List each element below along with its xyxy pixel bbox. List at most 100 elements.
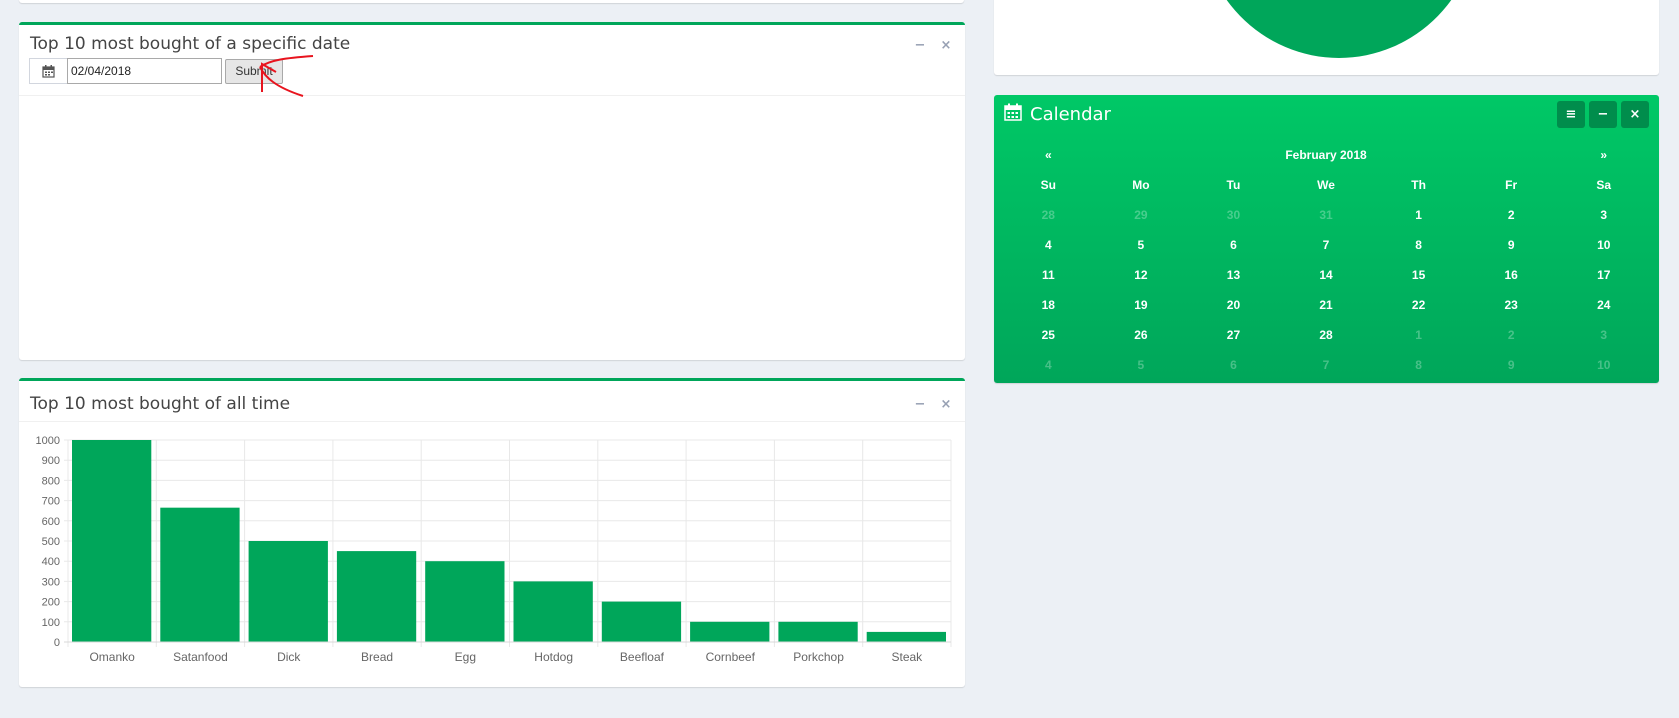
weekday-row: Su Mo Tu We Th Fr Sa	[1002, 170, 1650, 200]
month-label[interactable]: February 2018	[1095, 148, 1558, 162]
y-tick-label: 200	[42, 597, 60, 609]
calendar-day[interactable]: 17	[1557, 268, 1650, 282]
calendar-day[interactable]: 5	[1095, 238, 1188, 252]
calendar-day[interactable]: 2	[1465, 208, 1558, 222]
y-tick-label: 0	[54, 637, 60, 649]
calendar-day[interactable]: 4	[1002, 238, 1095, 252]
minimize-icon[interactable]: −	[913, 38, 927, 53]
calendar-day[interactable]: 6	[1187, 238, 1280, 252]
calendar-day[interactable]: 30	[1187, 208, 1280, 222]
calendar-week-row: 4 5 6 7 8 9 10	[1002, 230, 1650, 260]
weekday-header: We	[1317, 178, 1335, 192]
calendar-day[interactable]: 9	[1465, 358, 1558, 372]
calendar-day[interactable]: 8	[1372, 238, 1465, 252]
x-tick-label: Porkchop	[793, 650, 844, 664]
calendar-day[interactable]: 7	[1280, 358, 1373, 372]
calendar-day[interactable]: 24	[1557, 298, 1650, 312]
calendar-icon[interactable]	[29, 58, 67, 84]
bar[interactable]	[690, 621, 770, 642]
calendar-day[interactable]: 18	[1002, 298, 1095, 312]
calendar-widget: Calendar ≡ − × « February 2018 » Su Mo Tu W…	[994, 95, 1659, 383]
calendar-day[interactable]: 28	[1280, 328, 1373, 342]
bar[interactable]	[336, 551, 417, 642]
prev-month-button[interactable]: «	[1002, 148, 1095, 162]
date-box-tools: − ×	[913, 38, 953, 53]
date-top10-box: Top 10 most bought of a specific date − …	[19, 22, 965, 360]
calendar-day[interactable]: 27	[1187, 328, 1280, 342]
date-box-title: Top 10 most bought of a specific date	[30, 34, 351, 54]
calendar-day[interactable]: 26	[1095, 328, 1188, 342]
calendar-day[interactable]: 28	[1002, 208, 1095, 222]
calendar-weeks: 28 29 30 31 1 2 3 4 5 6 7 8 9 10 11 12 13 14 15 16 17 18 19 20 2…	[1002, 200, 1650, 380]
y-tick-label: 800	[42, 475, 60, 487]
menu-icon[interactable]: ≡	[1557, 101, 1585, 128]
bar[interactable]	[160, 507, 240, 642]
weekday-header: Tu	[1226, 178, 1241, 192]
calendar-day[interactable]: 10	[1557, 358, 1650, 372]
calendar-day[interactable]: 1	[1372, 208, 1465, 222]
calendar-day[interactable]: 21	[1280, 298, 1373, 312]
bar-chart: 0 100 200 300 400 500 600 700 800 900 1000 Omanko Sa…	[36, 435, 952, 664]
all-time-top10-box: Top 10 most bought of all time − × 0 100 2…	[19, 378, 965, 687]
calendar-day[interactable]: 10	[1557, 238, 1650, 252]
bar[interactable]	[866, 631, 946, 642]
y-tick-label: 700	[42, 496, 60, 508]
calendar-title: Calendar	[1030, 104, 1111, 125]
calendar-day[interactable]: 16	[1465, 268, 1558, 282]
bar[interactable]	[425, 561, 505, 642]
calendar-day[interactable]: 22	[1372, 298, 1465, 312]
calendar-day[interactable]: 29	[1095, 208, 1188, 222]
weekday-header: Sa	[1596, 178, 1612, 192]
calendar-grid: « February 2018 » Su Mo Tu We Th Fr Sa 28 29 30 3…	[1002, 140, 1650, 380]
calendar-day[interactable]: 4	[1002, 358, 1095, 372]
minimize-icon[interactable]: −	[1589, 101, 1617, 128]
bar[interactable]	[513, 581, 593, 642]
bar[interactable]	[72, 440, 152, 642]
calendar-day[interactable]: 13	[1187, 268, 1280, 282]
calendar-day[interactable]: 9	[1465, 238, 1558, 252]
calendar-day[interactable]: 11	[1002, 268, 1095, 282]
calendar-day[interactable]: 6	[1187, 358, 1280, 372]
close-icon[interactable]: ×	[939, 397, 953, 412]
calendar-header: Calendar	[1004, 103, 1111, 126]
calendar-day[interactable]: 3	[1557, 208, 1650, 222]
calendar-day[interactable]: 31	[1280, 208, 1373, 222]
box-divider	[19, 95, 965, 96]
calendar-day[interactable]: 12	[1095, 268, 1188, 282]
calendar-day[interactable]: 1	[1372, 328, 1465, 342]
calendar-day[interactable]: 23	[1465, 298, 1558, 312]
calendar-day[interactable]: 20	[1187, 298, 1280, 312]
close-icon[interactable]: ×	[939, 38, 953, 53]
chart-box-tools: − ×	[913, 397, 953, 412]
calendar-week-row: 4 5 6 7 8 9 10	[1002, 350, 1650, 380]
calendar-day[interactable]: 5	[1095, 358, 1188, 372]
calendar-week-row: 25 26 27 28 1 2 3	[1002, 320, 1650, 350]
calendar-day[interactable]: 7	[1280, 238, 1373, 252]
calendar-day[interactable]: 3	[1557, 328, 1650, 342]
calendar-day[interactable]: 15	[1372, 268, 1465, 282]
y-tick-label: 400	[42, 556, 60, 568]
calendar-day[interactable]: 25	[1002, 328, 1095, 342]
calendar-day[interactable]: 14	[1280, 268, 1373, 282]
bar[interactable]	[778, 621, 858, 642]
close-icon[interactable]: ×	[1621, 101, 1649, 128]
calendar-day[interactable]: 2	[1465, 328, 1558, 342]
next-month-button[interactable]: »	[1557, 148, 1650, 162]
bar[interactable]	[601, 601, 682, 642]
calendar-day[interactable]: 8	[1372, 358, 1465, 372]
calendar-week-row: 11 12 13 14 15 16 17	[1002, 260, 1650, 290]
calendar-nav-row: « February 2018 »	[1002, 140, 1650, 170]
x-tick-label: Dick	[277, 650, 301, 664]
weekday-header: Th	[1411, 178, 1426, 192]
date-input[interactable]	[67, 58, 222, 84]
x-tick-label: Steak	[892, 650, 924, 664]
x-tick-label: Beefloaf	[620, 650, 665, 664]
x-tick-label: Cornbeef	[706, 650, 756, 664]
minimize-icon[interactable]: −	[913, 397, 927, 412]
bar[interactable]	[248, 541, 328, 642]
weekday-header: Su	[1040, 178, 1056, 192]
y-tick-label: 100	[42, 617, 60, 629]
calendar-day[interactable]: 19	[1095, 298, 1188, 312]
x-tick-label: Egg	[455, 650, 476, 664]
x-tick-label: Hotdog	[534, 650, 573, 664]
